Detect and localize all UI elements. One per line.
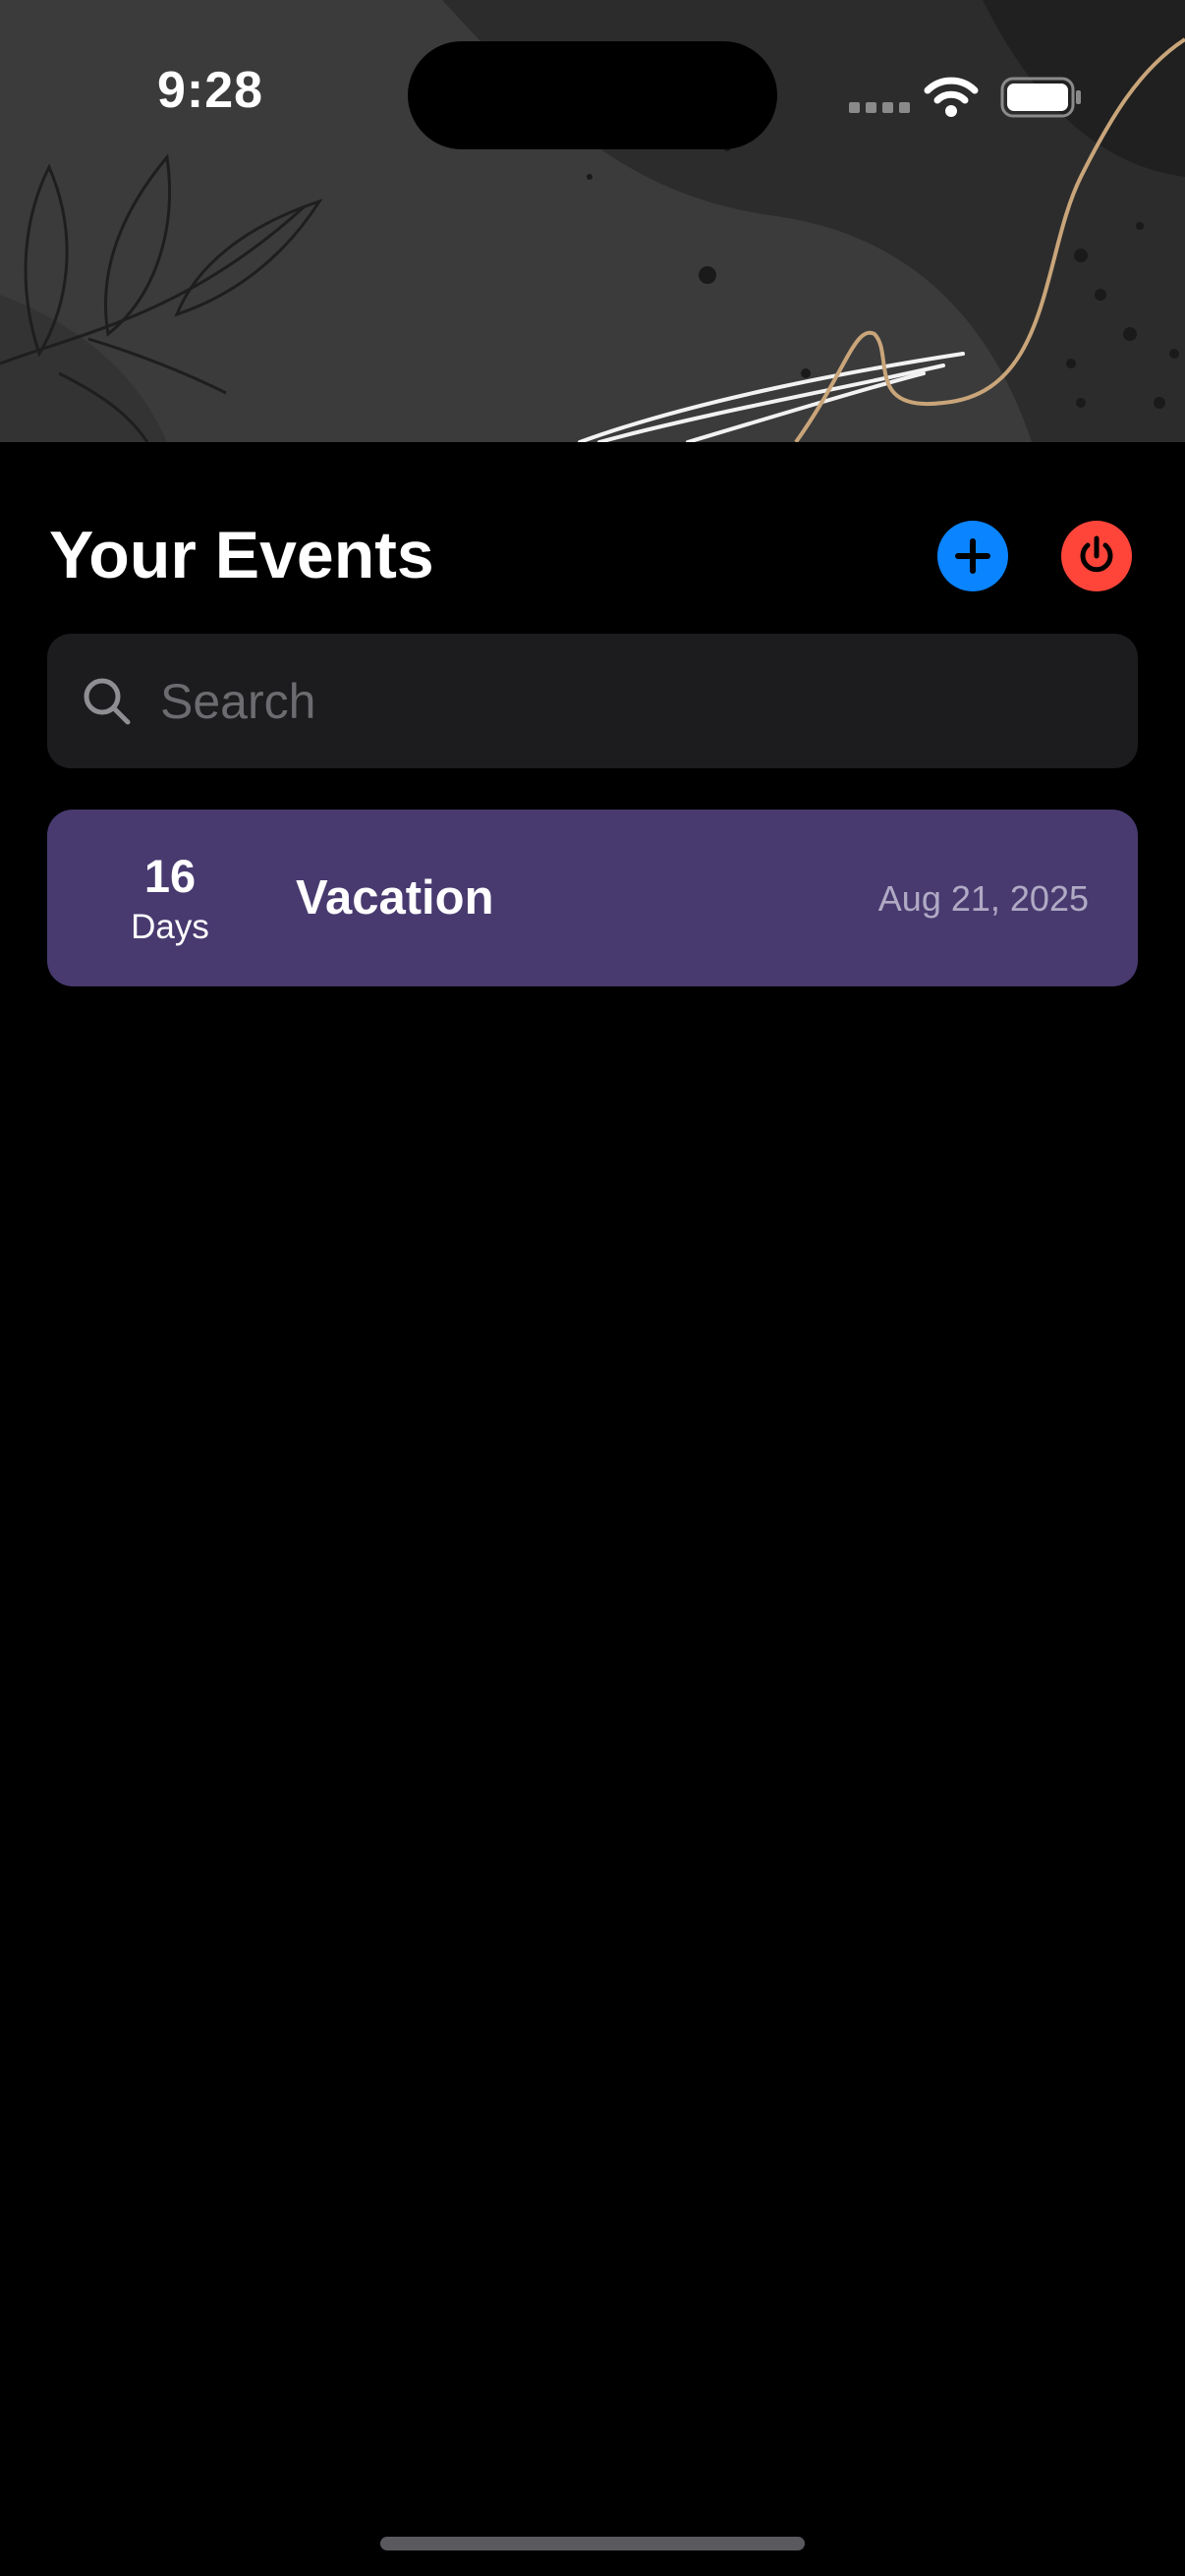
search-input[interactable]	[160, 634, 1103, 768]
event-date: Aug 21, 2025	[877, 878, 1089, 919]
power-button[interactable]	[1061, 521, 1132, 591]
page-title: Your Events	[49, 518, 434, 592]
add-event-button[interactable]	[937, 521, 1008, 591]
power-icon	[1080, 535, 1113, 573]
battery-icon	[1000, 77, 1083, 123]
event-name: Vacation	[296, 871, 494, 924]
cellular-signal-icon	[849, 102, 910, 113]
event-days-label: Days	[131, 908, 209, 946]
search-icon	[84, 678, 131, 725]
plus-icon	[955, 538, 990, 574]
status-bar-time: 9:28	[157, 62, 264, 119]
search-bar[interactable]	[47, 634, 1138, 768]
event-row-vacation[interactable]: 16 Days Vacation Aug 21, 2025	[47, 810, 1138, 986]
dynamic-island	[408, 41, 777, 149]
wifi-icon	[924, 75, 979, 123]
event-days-count: 16	[143, 850, 197, 902]
home-indicator[interactable]	[380, 2537, 805, 2550]
